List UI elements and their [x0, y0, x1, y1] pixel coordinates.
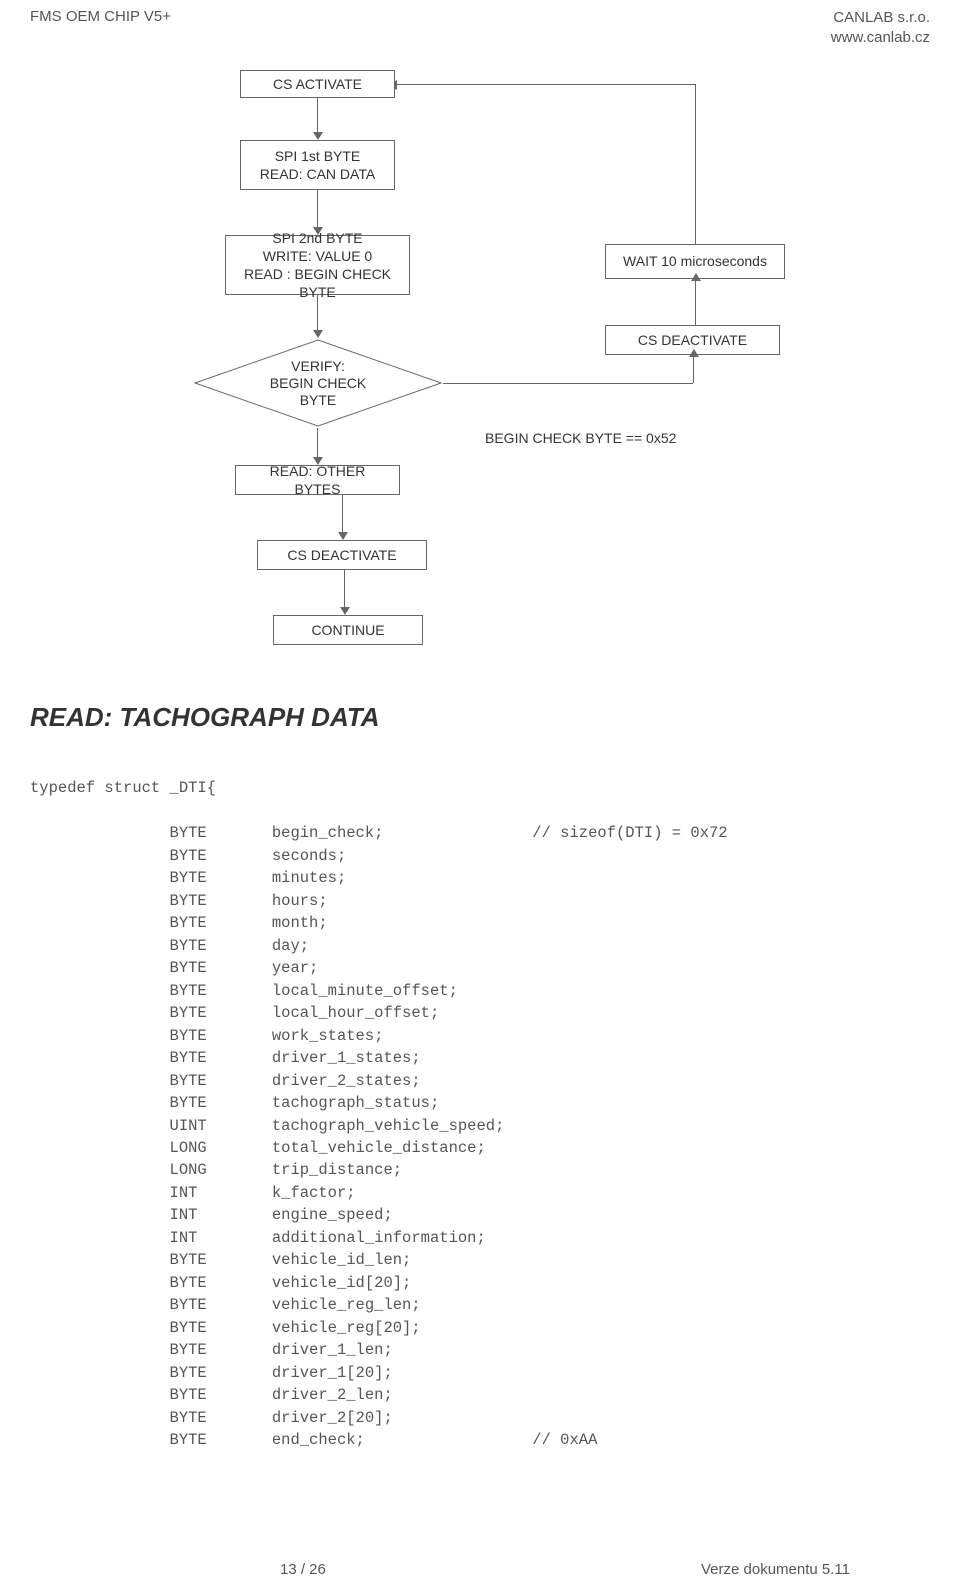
flowchart: CS ACTIVATE SPI 1st BYTEREAD: CAN DATA S… [135, 70, 835, 710]
code-line: BYTE vehicle_reg_len; [30, 1294, 728, 1316]
code-line: BYTE year; [30, 957, 728, 979]
code-line: BYTE driver_2[20]; [30, 1407, 728, 1429]
code-line: BYTE driver_2_states; [30, 1070, 728, 1092]
code-line: BYTE month; [30, 912, 728, 934]
code-line: LONG trip_distance; [30, 1159, 728, 1181]
code-line: BYTE local_minute_offset; [30, 980, 728, 1002]
code-typedef-line: typedef struct _DTI{ [30, 777, 728, 799]
code-line: UINT tachograph_vehicle_speed; [30, 1115, 728, 1137]
box-cs-activate: CS ACTIVATE [240, 70, 395, 98]
page-number: 13 / 26 [280, 1561, 326, 1578]
box-spi-1st-byte: SPI 1st BYTEREAD: CAN DATA [240, 140, 395, 190]
code-line: BYTE local_hour_offset; [30, 1002, 728, 1024]
code-line: BYTE end_check; // 0xAA [30, 1429, 728, 1451]
code-line: BYTE vehicle_reg[20]; [30, 1317, 728, 1339]
header-company: CANLAB s.r.o. www.canlab.cz [831, 8, 930, 47]
code-line: BYTE driver_2_len; [30, 1384, 728, 1406]
code-line: INT additional_information; [30, 1227, 728, 1249]
code-line: BYTE begin_check; // sizeof(DTI) = 0x72 [30, 822, 728, 844]
code-line: LONG total_vehicle_distance; [30, 1137, 728, 1159]
section-title: READ: TACHOGRAPH DATA [30, 702, 380, 733]
code-line: BYTE day; [30, 935, 728, 957]
code-struct: typedef struct _DTI{ BYTE begin_check; /… [30, 755, 728, 1474]
code-line: BYTE hours; [30, 890, 728, 912]
box-read-other-bytes: READ: OTHER BYTES [235, 465, 400, 495]
code-line: BYTE driver_1[20]; [30, 1362, 728, 1384]
company-name: CANLAB s.r.o. [831, 8, 930, 28]
code-line: INT k_factor; [30, 1182, 728, 1204]
header-product: FMS OEM CHIP V5+ [30, 8, 171, 25]
box-spi-2nd-byte: SPI 2nd BYTEWRITE: VALUE 0READ : BEGIN C… [225, 235, 410, 295]
code-line: BYTE minutes; [30, 867, 728, 889]
doc-version: Verze dokumentu 5.11 [701, 1561, 850, 1578]
decision-text: VERIFY:BEGIN CHECKBYTE [270, 358, 366, 408]
code-line: INT engine_speed; [30, 1204, 728, 1226]
code-line: BYTE driver_1_len; [30, 1339, 728, 1361]
code-line: BYTE driver_1_states; [30, 1047, 728, 1069]
code-line: BYTE work_states; [30, 1025, 728, 1047]
company-url: www.canlab.cz [831, 28, 930, 48]
code-line: BYTE tachograph_status; [30, 1092, 728, 1114]
code-line: BYTE vehicle_id[20]; [30, 1272, 728, 1294]
decision-verify: VERIFY:BEGIN CHECKBYTE [193, 338, 443, 428]
code-line: BYTE vehicle_id_len; [30, 1249, 728, 1271]
label-condition: BEGIN CHECK BYTE == 0x52 [485, 430, 676, 446]
code-line: BYTE seconds; [30, 845, 728, 867]
box-cs-deactivate-bottom: CS DEACTIVATE [257, 540, 427, 570]
box-continue: CONTINUE [273, 615, 423, 645]
